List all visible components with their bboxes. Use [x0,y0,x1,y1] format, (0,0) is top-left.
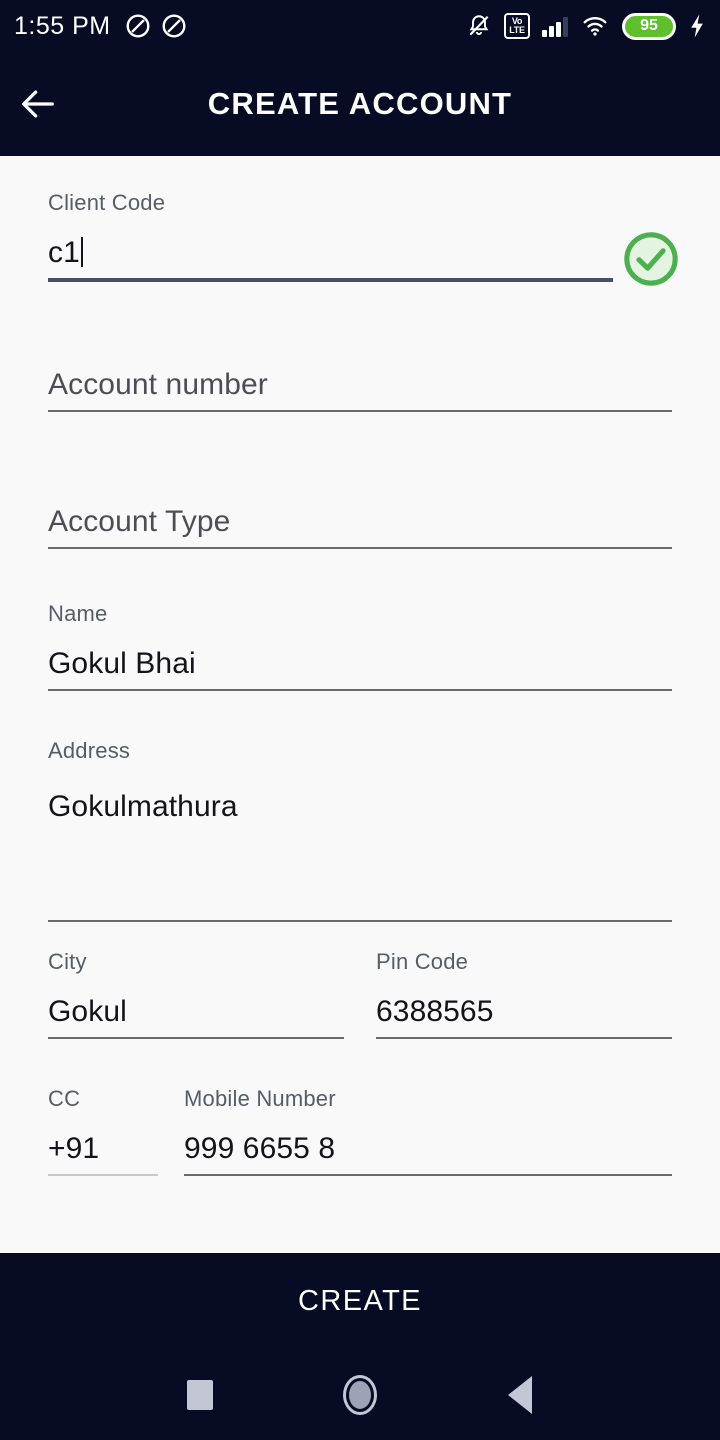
create-button[interactable]: CREATE [0,1253,720,1350]
create-button-label: CREATE [298,1285,422,1317]
address-underline [48,920,672,922]
city-underline [48,1037,344,1039]
volte-bottom-text: LTE [509,25,525,35]
app-screen: 1:55 PM Vo LTE 95 CREATE ACCOUNT Client … [0,0,720,1440]
account-number-input[interactable]: Account number [48,368,268,401]
account-type-underline [48,547,672,549]
mobile-number-label: Mobile Number [184,1086,336,1111]
status-bar-right-icons: Vo LTE 95 [466,12,706,40]
client-code-input[interactable]: c1 [48,236,80,269]
status-bar-left-icons [125,13,187,39]
name-field[interactable]: Name Gokul Bhai [48,601,672,691]
check-circle-icon [624,232,678,286]
charging-bolt-icon [691,14,703,38]
status-bar: 1:55 PM Vo LTE 95 [0,0,720,52]
pin-code-underline [376,1037,672,1039]
account-type-input[interactable]: Account Type [48,505,230,538]
nav-back-button[interactable] [440,1376,600,1414]
triangle-back-icon [508,1376,532,1414]
city-label: City [48,949,87,974]
battery-percent-text: 95 [640,17,658,34]
address-input[interactable]: Gokulmathura [48,790,238,823]
name-input[interactable]: Gokul Bhai [48,647,196,680]
city-field[interactable]: City Gokul [48,949,344,1039]
cc-label: CC [48,1086,81,1111]
wifi-icon [583,17,607,36]
arrow-left-icon [22,90,54,118]
mobile-number-field[interactable]: Mobile Number 999 6655 8 [184,1086,672,1176]
cc-underline [48,1174,158,1176]
dnd-icon [126,14,150,38]
client-code-label: Client Code [48,190,166,215]
city-input[interactable]: Gokul [48,995,127,1028]
nav-home-button[interactable] [280,1375,440,1415]
name-underline [48,689,672,691]
nav-recents-button[interactable] [120,1380,280,1410]
pin-code-input[interactable]: 6388565 [376,995,494,1028]
client-code-underline [48,278,613,282]
android-nav-bar [0,1350,720,1440]
create-account-form: Client Code c1 Account number Account Ty… [0,156,720,1253]
volte-icon: Vo LTE [504,13,530,39]
back-button[interactable] [0,85,76,123]
text-caret [80,237,83,267]
page-title: CREATE ACCOUNT [207,86,513,121]
app-bar: CREATE ACCOUNT [0,52,720,156]
bell-muted-icon [469,15,489,36]
cc-field[interactable]: CC +91 [48,1086,158,1176]
client-code-field[interactable]: Client Code c1 [48,190,613,282]
circle-icon [343,1375,377,1415]
address-field[interactable]: Address Gokulmathura [48,738,672,922]
pin-code-label: Pin Code [376,949,469,974]
cc-input[interactable]: +91 [48,1132,99,1165]
status-bar-clock: 1:55 PM [14,11,111,40]
name-label: Name [48,601,108,626]
battery-icon: 95 [622,12,676,40]
signal-icon [542,15,568,37]
account-type-field[interactable]: Account Type [48,505,672,549]
account-number-field[interactable]: Account number [48,368,672,412]
mobile-number-input[interactable]: 999 6655 8 [184,1132,335,1165]
dnd-icon [162,14,186,38]
address-label: Address [48,738,131,763]
pin-code-field[interactable]: Pin Code 6388565 [376,949,672,1039]
mobile-number-underline [184,1174,672,1176]
account-number-underline [48,410,672,412]
square-icon [187,1380,213,1410]
